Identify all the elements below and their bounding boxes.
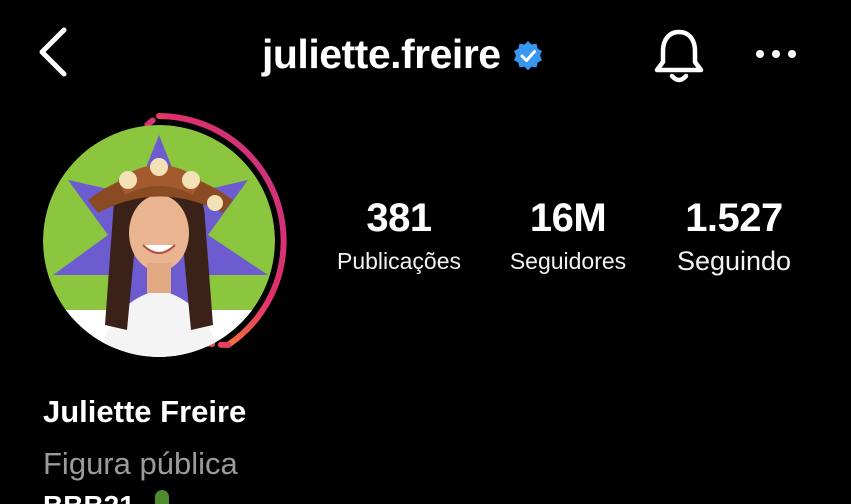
bio-first-line: BBB21	[43, 490, 169, 504]
more-options-button[interactable]	[748, 32, 804, 76]
followers-value: 16M	[529, 196, 607, 240]
top-navigation-bar: juliette.freire	[0, 0, 851, 105]
bio-text: BBB21	[43, 490, 135, 504]
posts-label: Publicações	[336, 248, 462, 274]
profile-avatar[interactable]	[28, 110, 290, 372]
chevron-left-icon	[39, 27, 67, 77]
followers-label: Seguidores	[509, 248, 627, 274]
notifications-button[interactable]	[646, 24, 712, 88]
username-header: juliette.freire	[262, 26, 545, 82]
username: juliette.freire	[262, 30, 501, 77]
back-button[interactable]	[28, 20, 78, 84]
avatar-photo	[43, 125, 275, 357]
profile-display-name: Juliette Freire	[43, 394, 247, 429]
profile-category: Figura pública	[43, 446, 238, 481]
posts-count[interactable]: 381 Publicações	[324, 192, 474, 278]
following-label: Seguindo	[676, 246, 792, 276]
bell-icon	[654, 29, 704, 83]
cactus-emoji-icon	[154, 490, 169, 504]
following-count[interactable]: 1.527 Seguindo	[658, 192, 810, 278]
profile-stats: 381 Publicações 16M Seguidores 1.527 Seg…	[318, 192, 818, 292]
posts-value: 381	[366, 196, 432, 240]
more-horizontal-icon	[756, 50, 796, 58]
followers-count[interactable]: 16M Seguidores	[494, 192, 642, 278]
following-value: 1.527	[685, 196, 783, 240]
verified-badge-icon	[511, 39, 545, 73]
